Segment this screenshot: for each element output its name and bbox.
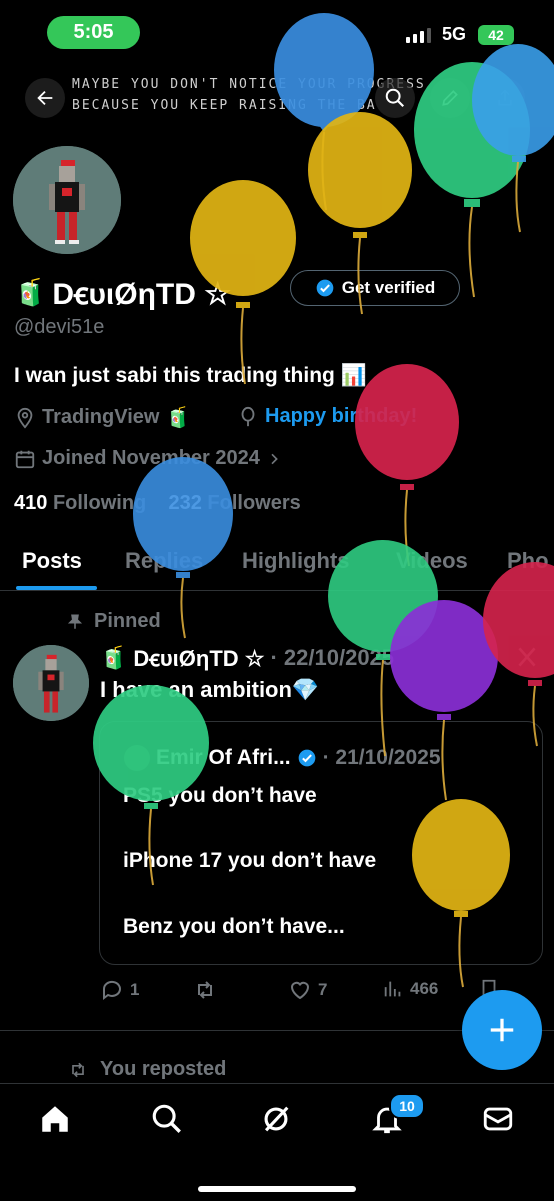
- tab-videos[interactable]: Videos: [396, 548, 468, 574]
- back-button[interactable]: [25, 78, 65, 118]
- location-pin-icon: [17, 407, 33, 429]
- bottom-navigation: [0, 1083, 554, 1201]
- pin-icon: [67, 614, 83, 629]
- like-count: 7: [318, 980, 328, 999]
- get-verified-button[interactable]: Get verified: [290, 270, 460, 306]
- juice-box-icon: 🧃: [14, 277, 47, 307]
- reposted-text: You reposted: [100, 1058, 227, 1080]
- profile-tabs: Posts Replies Highlights Videos Pho: [0, 540, 554, 590]
- balloon-icon: [241, 406, 255, 426]
- verified-badge-icon: [298, 749, 315, 767]
- home-icon[interactable]: [38, 1102, 72, 1136]
- pixel-avatar-image: [13, 146, 121, 254]
- search-icon: [385, 88, 405, 108]
- like-button[interactable]: 7: [288, 978, 327, 1002]
- profile-name-text: DꞓυιØηTD ☆: [52, 278, 232, 311]
- reposted-label: You reposted: [66, 1058, 226, 1081]
- post-date: · 22/10/2025: [270, 645, 395, 670]
- profile-handle: @devi51e: [14, 316, 105, 338]
- quote-line-2: iPhone 17 you don’t have: [123, 849, 377, 872]
- plus-icon: [490, 1018, 514, 1042]
- network-type: 5G: [442, 24, 467, 44]
- views-chart-icon: [384, 981, 401, 997]
- repost-button[interactable]: [192, 978, 224, 1002]
- quote-line-1: PS5 you don’t have: [123, 784, 317, 807]
- joined-label: Joined November 2024: [42, 447, 260, 469]
- juice-box-icon: 🧃: [165, 407, 191, 429]
- calendar-icon: [15, 450, 35, 468]
- tab-highlights[interactable]: Highlights: [242, 548, 350, 574]
- search-icon[interactable]: [150, 1102, 184, 1136]
- repost-icon: [72, 1062, 84, 1077]
- website-label: TradingView: [42, 406, 160, 428]
- compose-post-button[interactable]: [462, 990, 542, 1070]
- status-time: 5:05: [47, 16, 140, 49]
- profile-name: 🧃 DꞓυιØηTD ☆: [14, 272, 231, 313]
- juice-box-icon: 🧃: [100, 645, 128, 670]
- profile-joined[interactable]: Joined November 2024: [14, 447, 282, 470]
- home-indicator: [198, 1186, 356, 1192]
- grok-icon[interactable]: [514, 644, 540, 675]
- birthday-label: Happy birthday!: [265, 405, 418, 427]
- post-header: 🧃 DꞓυιØηTD ☆ · 22/10/2025: [100, 643, 394, 673]
- edit-button[interactable]: [430, 78, 470, 118]
- heart-icon: [290, 981, 310, 1000]
- tab-posts[interactable]: Posts: [22, 548, 82, 574]
- reply-icon: [102, 980, 121, 1000]
- search-button[interactable]: [375, 78, 415, 118]
- following-link[interactable]: 410 Following: [14, 492, 146, 514]
- grok-icon[interactable]: [259, 1102, 293, 1136]
- banner-text: MAYBE YOU DON'T NOTICE YOUR PROGRESS BEC…: [72, 77, 424, 113]
- notifications-badge: 10: [389, 1093, 425, 1119]
- tab-replies[interactable]: Replies: [125, 548, 203, 574]
- tabs-divider: [0, 590, 554, 591]
- profile-avatar[interactable]: [13, 146, 121, 254]
- followers-label: Followers: [207, 492, 301, 514]
- quote-header: Emir Of Afri... · 21/10/2025: [124, 745, 441, 771]
- pinned-text: Pinned: [94, 610, 161, 632]
- post-avatar[interactable]: [13, 645, 89, 721]
- share-button[interactable]: [485, 78, 525, 118]
- get-verified-label: Get verified: [341, 278, 436, 297]
- reply-button[interactable]: 1: [100, 978, 139, 1002]
- followers-count: 232: [168, 492, 202, 514]
- views-count: 466: [410, 979, 439, 998]
- followers-link[interactable]: 232 Followers: [168, 492, 300, 514]
- signal-icon: [406, 28, 431, 43]
- follow-stats: 410 Following 232 Followers: [14, 492, 301, 515]
- post-author[interactable]: DꞓυιØηTD ☆: [133, 643, 264, 673]
- verified-badge-icon: [316, 279, 334, 297]
- messages-envelope-icon[interactable]: [481, 1102, 515, 1136]
- quote-author: Emir Of Afri...: [156, 746, 291, 769]
- arrow-left-icon: [37, 90, 53, 106]
- views-button[interactable]: 466: [382, 978, 438, 1000]
- quote-avatar: [124, 745, 150, 771]
- profile-birthday: Happy birthday!: [237, 405, 417, 428]
- post-text: I have an ambition💎: [100, 677, 320, 702]
- profile-bio: I wan just sabi this trading thing 📊: [14, 364, 367, 387]
- pencil-icon: [442, 90, 458, 106]
- repost-icon: [198, 981, 212, 999]
- quote-date: · 21/10/2025: [322, 746, 441, 769]
- quote-line-3: Benz you don’t have...: [123, 915, 345, 938]
- profile-website[interactable]: TradingView 🧃: [14, 405, 190, 430]
- balloon-blue-right: [472, 44, 554, 233]
- chevron-right-icon: [271, 453, 278, 464]
- share-icon: [498, 89, 512, 106]
- following-label: Following: [52, 492, 147, 514]
- battery-indicator: 42: [478, 25, 514, 45]
- tab-photos[interactable]: Pho: [507, 548, 549, 574]
- reply-count: 1: [130, 980, 140, 999]
- pixel-avatar-image: [13, 645, 89, 721]
- balloon-red-1: [355, 364, 459, 567]
- pinned-label: Pinned: [66, 610, 161, 633]
- following-count: 410: [14, 492, 48, 514]
